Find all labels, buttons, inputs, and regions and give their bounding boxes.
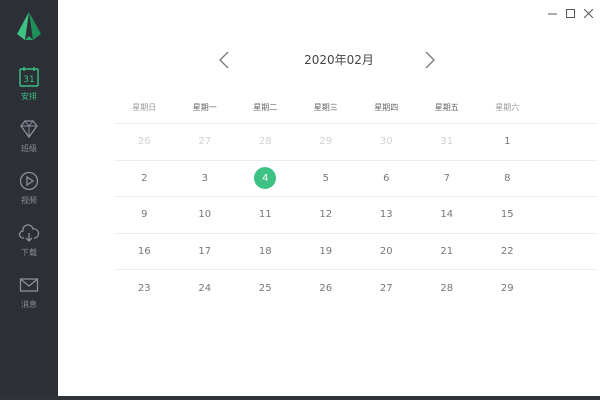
diamond-icon <box>20 120 38 139</box>
day-cell[interactable]: 21 <box>417 234 478 270</box>
sidebar-item-schedule[interactable]: 31 安排 <box>0 58 58 110</box>
sidebar-item-label: 视频 <box>21 196 37 205</box>
calendar-grid: 星期日 星期一 星期二 星期三 星期四 星期五 星期六 26 27 28 29 … <box>114 98 598 307</box>
next-month-button[interactable] <box>420 48 440 72</box>
weekday-label: 星期日 <box>132 103 157 112</box>
day-cell[interactable]: 1 <box>477 124 538 160</box>
day-cell[interactable]: 29 <box>477 270 538 307</box>
week-row: 23 24 25 26 27 28 29 <box>114 270 598 307</box>
month-title: 2020年02月 <box>304 53 374 67</box>
day-cell[interactable]: 27 <box>356 270 417 307</box>
week-row: 2 3 4 5 6 7 8 <box>114 161 598 197</box>
day-cell[interactable]: 14 <box>417 197 478 233</box>
app-logo-icon <box>17 12 41 40</box>
maximize-icon <box>565 8 575 18</box>
day-cell[interactable]: 25 <box>235 270 296 307</box>
sidebar-item-label: 班级 <box>21 144 37 153</box>
day-cell[interactable]: 17 <box>175 234 236 270</box>
prev-month-button[interactable] <box>214 48 234 72</box>
weekday-label: 星期五 <box>434 103 459 112</box>
close-button[interactable] <box>580 6 596 20</box>
day-cell[interactable]: 15 <box>477 197 538 233</box>
chevron-left-icon <box>219 51 229 69</box>
day-cell[interactable]: 26 <box>296 270 357 307</box>
day-cell[interactable]: 2 <box>114 161 175 197</box>
day-cell[interactable]: 16 <box>114 234 175 270</box>
day-cell[interactable]: 29 <box>296 124 357 160</box>
weekday-label: 星期四 <box>374 103 399 112</box>
weekday-label: 星期一 <box>192 103 217 112</box>
day-cell[interactable]: 9 <box>114 197 175 233</box>
sidebar-item-messages[interactable]: 消息 <box>0 266 58 318</box>
day-cell[interactable]: 5 <box>296 161 357 197</box>
week-row: 26 27 28 29 30 31 1 <box>114 124 598 161</box>
day-cell[interactable]: 3 <box>175 161 236 197</box>
calendar-icon: 31 <box>19 67 39 87</box>
weekday-header: 星期日 星期一 星期二 星期三 星期四 星期五 星期六 <box>114 98 598 124</box>
day-cell[interactable]: 20 <box>356 234 417 270</box>
day-cell[interactable]: 24 <box>175 270 236 307</box>
day-cell[interactable]: 26 <box>114 124 175 160</box>
window-controls <box>544 6 596 20</box>
close-icon <box>583 8 593 18</box>
sidebar-item-video[interactable]: 视频 <box>0 162 58 214</box>
app-window: 31 安排 班级 视频 下载 消息 2020年02月 星期日 星期一 星期二 星… <box>0 0 600 396</box>
day-cell[interactable]: 22 <box>477 234 538 270</box>
day-cell[interactable]: 10 <box>175 197 236 233</box>
day-cell[interactable]: 8 <box>477 161 538 197</box>
day-cell[interactable]: 18 <box>235 234 296 270</box>
month-navigator: 2020年02月 <box>58 48 600 72</box>
week-row: 9 10 11 12 13 14 15 <box>114 197 598 234</box>
calendar-panel: 2020年02月 星期日 星期一 星期二 星期三 星期四 星期五 星期六 26 … <box>58 0 600 396</box>
today-marker: 4 <box>254 167 277 190</box>
day-cell[interactable]: 13 <box>356 197 417 233</box>
day-cell[interactable]: 28 <box>417 270 478 307</box>
minimize-button[interactable] <box>544 6 560 20</box>
chevron-right-icon <box>425 51 435 69</box>
day-cell[interactable]: 23 <box>114 270 175 307</box>
minimize-icon <box>547 13 557 14</box>
sidebar: 31 安排 班级 视频 下载 消息 <box>0 0 58 396</box>
sidebar-item-class[interactable]: 班级 <box>0 110 58 162</box>
sidebar-item-label: 消息 <box>21 300 37 309</box>
sidebar-item-download[interactable]: 下载 <box>0 214 58 266</box>
day-cell[interactable]: 12 <box>296 197 357 233</box>
cloud-download-icon <box>18 224 40 242</box>
day-cell[interactable]: 30 <box>356 124 417 160</box>
day-cell[interactable]: 28 <box>235 124 296 160</box>
day-cell[interactable]: 19 <box>296 234 357 270</box>
sidebar-item-label: 下载 <box>21 248 37 257</box>
play-icon <box>19 171 39 191</box>
calendar-icon-badge: 31 <box>23 75 34 85</box>
mail-icon <box>19 278 39 292</box>
week-row: 16 17 18 19 20 21 22 <box>114 234 598 270</box>
sidebar-item-label: 安排 <box>21 92 37 101</box>
day-cell-today[interactable]: 4 <box>235 161 296 197</box>
weekday-label: 星期三 <box>313 103 338 112</box>
day-cell[interactable]: 27 <box>175 124 236 160</box>
day-cell[interactable]: 11 <box>235 197 296 233</box>
day-cell[interactable]: 6 <box>356 161 417 197</box>
day-cell[interactable]: 7 <box>417 161 478 197</box>
weekday-label: 星期二 <box>253 103 278 112</box>
maximize-button[interactable] <box>562 6 578 20</box>
day-cell[interactable]: 31 <box>417 124 478 160</box>
weekday-label: 星期六 <box>495 103 520 112</box>
